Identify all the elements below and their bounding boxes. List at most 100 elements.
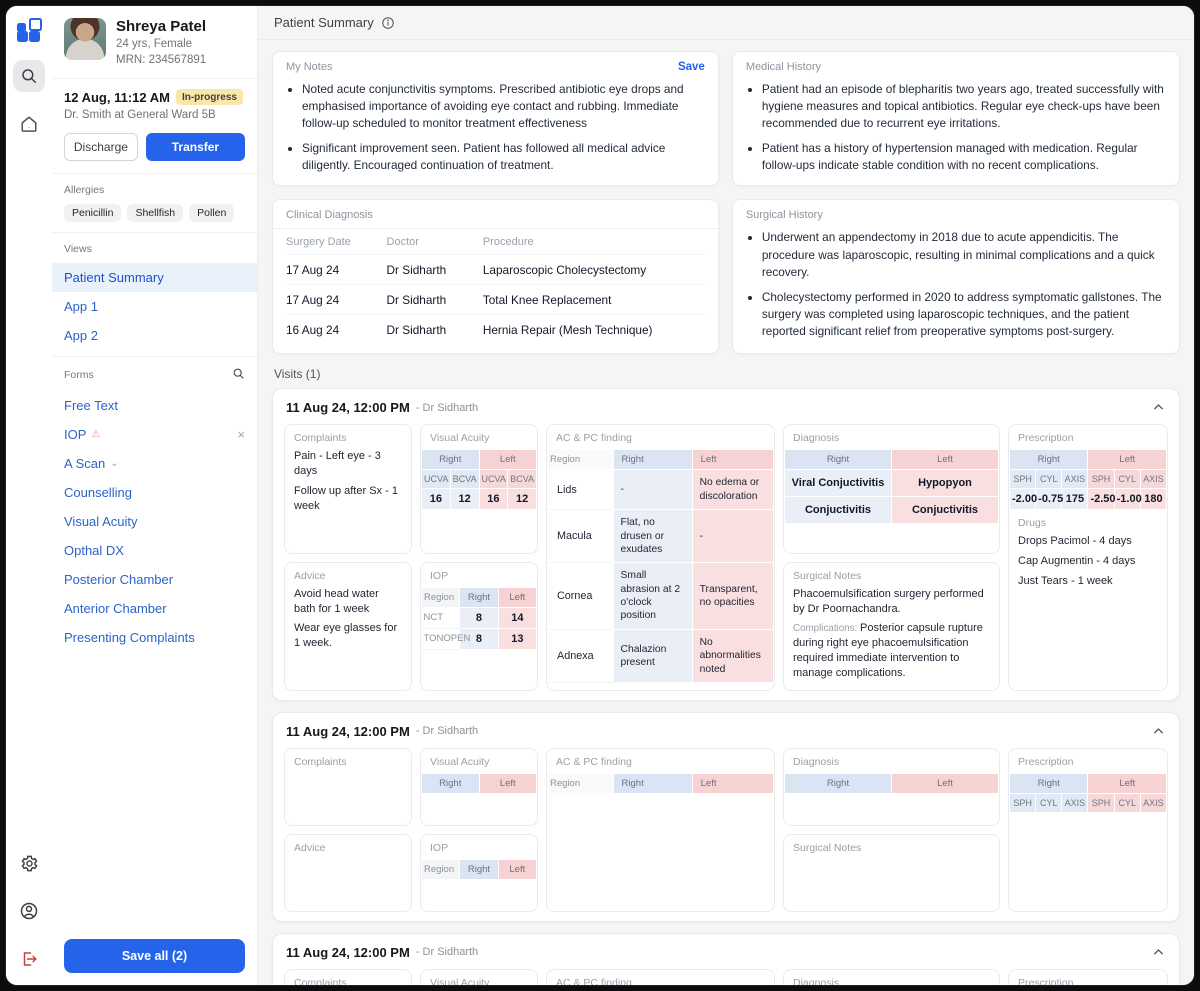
forms-search-icon[interactable] — [232, 367, 245, 383]
sidebar-view-item[interactable]: App 1 — [52, 292, 257, 321]
drug-line: Drops Pacimol - 4 days — [1018, 534, 1158, 549]
patient-mrn: MRN: 234567891 — [116, 53, 206, 69]
visits-count-label: Visits (1) — [274, 367, 1178, 381]
column-header: Doctor — [387, 229, 483, 255]
save-all-button[interactable]: Save all (2) — [64, 939, 245, 973]
bullet-item: Significant improvement seen. Patient ha… — [302, 140, 705, 174]
bullet-item: Patient had an episode of blepharitis tw… — [762, 81, 1166, 132]
info-icon[interactable] — [381, 16, 395, 30]
iop-card: IOPRegionRightLeft — [420, 834, 538, 912]
advice-card: Advice — [284, 834, 412, 912]
my-notes-bullets: Noted acute conjunctivitis symptoms. Pre… — [302, 81, 705, 174]
sidebar-form-item[interactable]: Anterior Chamber — [52, 594, 257, 623]
drugs-section: Drugs Drops Pacimol - 4 days Cap Augmentin… — [1018, 510, 1158, 589]
drugs-label: Drugs — [1018, 517, 1158, 529]
visual-acuity-card-title: Visual Acuity — [430, 756, 528, 768]
visit-datetime: 11 Aug 24, 12:00 PM — [286, 945, 410, 960]
ac-pc-table: RegionRightLeft — [547, 773, 774, 794]
allergy-chips: PenicillinShellfishPollen — [64, 204, 245, 222]
diagnosis-card-title: Diagnosis — [793, 756, 990, 768]
discharge-button[interactable]: Discharge — [64, 133, 138, 161]
visit-datetime: 11 Aug 24, 12:00 PM — [286, 400, 410, 415]
sidebar-form-item[interactable]: Presenting Complaints — [52, 623, 257, 652]
sidebar-form-item[interactable]: Counselling — [52, 478, 257, 507]
patient-name: Shreya Patel — [116, 18, 206, 35]
surgical-notes-text: Phacoemulsification surgery performed by… — [793, 587, 990, 617]
visit-card: 11 Aug 24, 12:00 PM- Dr SidharthComplain… — [272, 933, 1180, 985]
logout-icon[interactable] — [13, 943, 45, 975]
drug-line: Cap Augmentin - 4 days — [1018, 554, 1158, 569]
table-row[interactable]: 17 Aug 24Dr SidharthTotal Knee Replaceme… — [286, 285, 705, 315]
complaints-card: Complaints — [284, 748, 412, 826]
complaint-line: Follow up after Sx - 1 week — [294, 484, 402, 514]
sidebar-form-item[interactable]: Opthal DX — [52, 536, 257, 565]
table-row[interactable]: 17 Aug 24Dr SidharthLaparoscopic Cholecy… — [286, 255, 705, 285]
sidebar-form-item[interactable]: IOP⚠× — [52, 420, 257, 449]
chevron-up-icon[interactable] — [1151, 400, 1166, 415]
table-row[interactable]: 16 Aug 24Dr SidharthHernia Repair (Mesh … — [286, 315, 705, 345]
advice-line: Wear eye glasses for 1 week. — [294, 621, 402, 651]
profile-icon[interactable] — [13, 895, 45, 927]
prescription-card-title: Prescription — [1018, 756, 1158, 768]
advice-line: Avoid head water bath for 1 week — [294, 587, 402, 617]
allergy-chip: Shellfish — [127, 204, 183, 222]
sidebar-view-item[interactable]: Patient Summary — [52, 263, 257, 292]
column-header: Surgery Date — [286, 229, 387, 255]
sidebar-form-item[interactable]: A Scan⌄ — [52, 449, 257, 478]
visual-acuity-table: RightLeft — [421, 773, 537, 794]
complaints-card-title: Complaints — [294, 756, 402, 768]
surgical-notes-card: Surgical NotesPhacoemulsification surger… — [783, 562, 1000, 691]
chevron-up-icon[interactable] — [1151, 724, 1166, 739]
diagnosis-card: DiagnosisRightLeft — [783, 748, 1000, 826]
clinical-diagnosis-title: Clinical Diagnosis — [286, 209, 373, 221]
diagnosis-card-title: Diagnosis — [793, 432, 990, 444]
complications-label: Complications: — [793, 623, 860, 634]
views-nav: Patient SummaryApp 1App 2 — [52, 259, 257, 356]
chevron-up-icon[interactable] — [1151, 945, 1166, 960]
medical-history-title: Medical History — [746, 61, 821, 73]
surgical-history-bullets: Underwent an appendectomy in 2018 due to… — [762, 229, 1166, 340]
settings-icon[interactable] — [13, 847, 45, 879]
column-header: Procedure — [483, 229, 705, 255]
visit-header: 11 Aug 24, 12:00 PM - Dr Sidharth — [284, 398, 1168, 424]
patient-age-sex: 24 yrs, Female — [116, 37, 206, 53]
avatar — [64, 18, 106, 60]
visit-doctor: - Dr Sidharth — [416, 725, 478, 737]
close-icon[interactable]: × — [237, 427, 245, 442]
sidebar-form-item[interactable]: Free Text — [52, 391, 257, 420]
sidebar-form-item[interactable]: Visual Acuity — [52, 507, 257, 536]
ac-pc-card: AC & PC findingRegionRightLeftLids-No ed… — [546, 969, 775, 985]
app-logo-icon[interactable] — [16, 18, 42, 44]
home-icon[interactable] — [13, 108, 45, 140]
visual-acuity-card: Visual Acuity RightLeft — [420, 748, 538, 826]
complaints-card: ComplaintsPain - Left eye - 3 daysFollow… — [284, 969, 412, 985]
visit-doctor: - Dr Sidharth — [416, 402, 478, 414]
prescription-card-title: Prescription — [1018, 432, 1158, 444]
visual-acuity-card-title: Visual Acuity — [430, 432, 528, 444]
diagnosis-card: DiagnosisRightLeftViral Conjuctivitis- — [783, 969, 1000, 985]
my-notes-title: My Notes — [286, 61, 332, 73]
search-icon[interactable] — [13, 60, 45, 92]
visit-datetime: 11 Aug 24, 12:00 PM — [286, 724, 410, 739]
medical-history-card: Medical History Patient had an episode o… — [732, 51, 1180, 186]
bullet-item: Cholecystectomy performed in 2020 to add… — [762, 289, 1166, 340]
sidebar-view-item[interactable]: App 2 — [52, 321, 257, 350]
surgical-history-card: Surgical History Underwent an appendecto… — [732, 199, 1180, 354]
allergy-chip: Pollen — [189, 204, 234, 222]
surgical-notes-complications: Complications: Posterior capsule rupture… — [793, 621, 990, 680]
encounter-datetime: 12 Aug, 11:12 AM — [64, 90, 170, 105]
transfer-button[interactable]: Transfer — [146, 133, 245, 161]
bullet-item: Patient has a history of hypertension ma… — [762, 140, 1166, 174]
patient-sidebar: Shreya Patel 24 yrs, Female MRN: 2345678… — [52, 6, 258, 985]
prescription-card-title: Prescription — [1018, 977, 1158, 985]
complaints-card-title: Complaints — [294, 977, 402, 985]
visual-acuity-card-title: Visual Acuity — [430, 977, 528, 985]
sidebar-form-item[interactable]: Posterior Chamber — [52, 565, 257, 594]
medical-history-bullets: Patient had an episode of blepharitis tw… — [762, 81, 1166, 174]
surgical-notes-card-title: Surgical Notes — [793, 842, 990, 854]
prescription-card: PrescriptionRightLeftSPHCYLAXISSPHCYLAXI… — [1008, 424, 1168, 691]
ac-pc-card-title: AC & PC finding — [556, 977, 765, 985]
clinical-diagnosis-header-row: Surgery DateDoctorProcedure — [286, 229, 705, 255]
my-notes-save-link[interactable]: Save — [678, 61, 705, 73]
surgical-notes-card: Surgical Notes — [783, 834, 1000, 912]
